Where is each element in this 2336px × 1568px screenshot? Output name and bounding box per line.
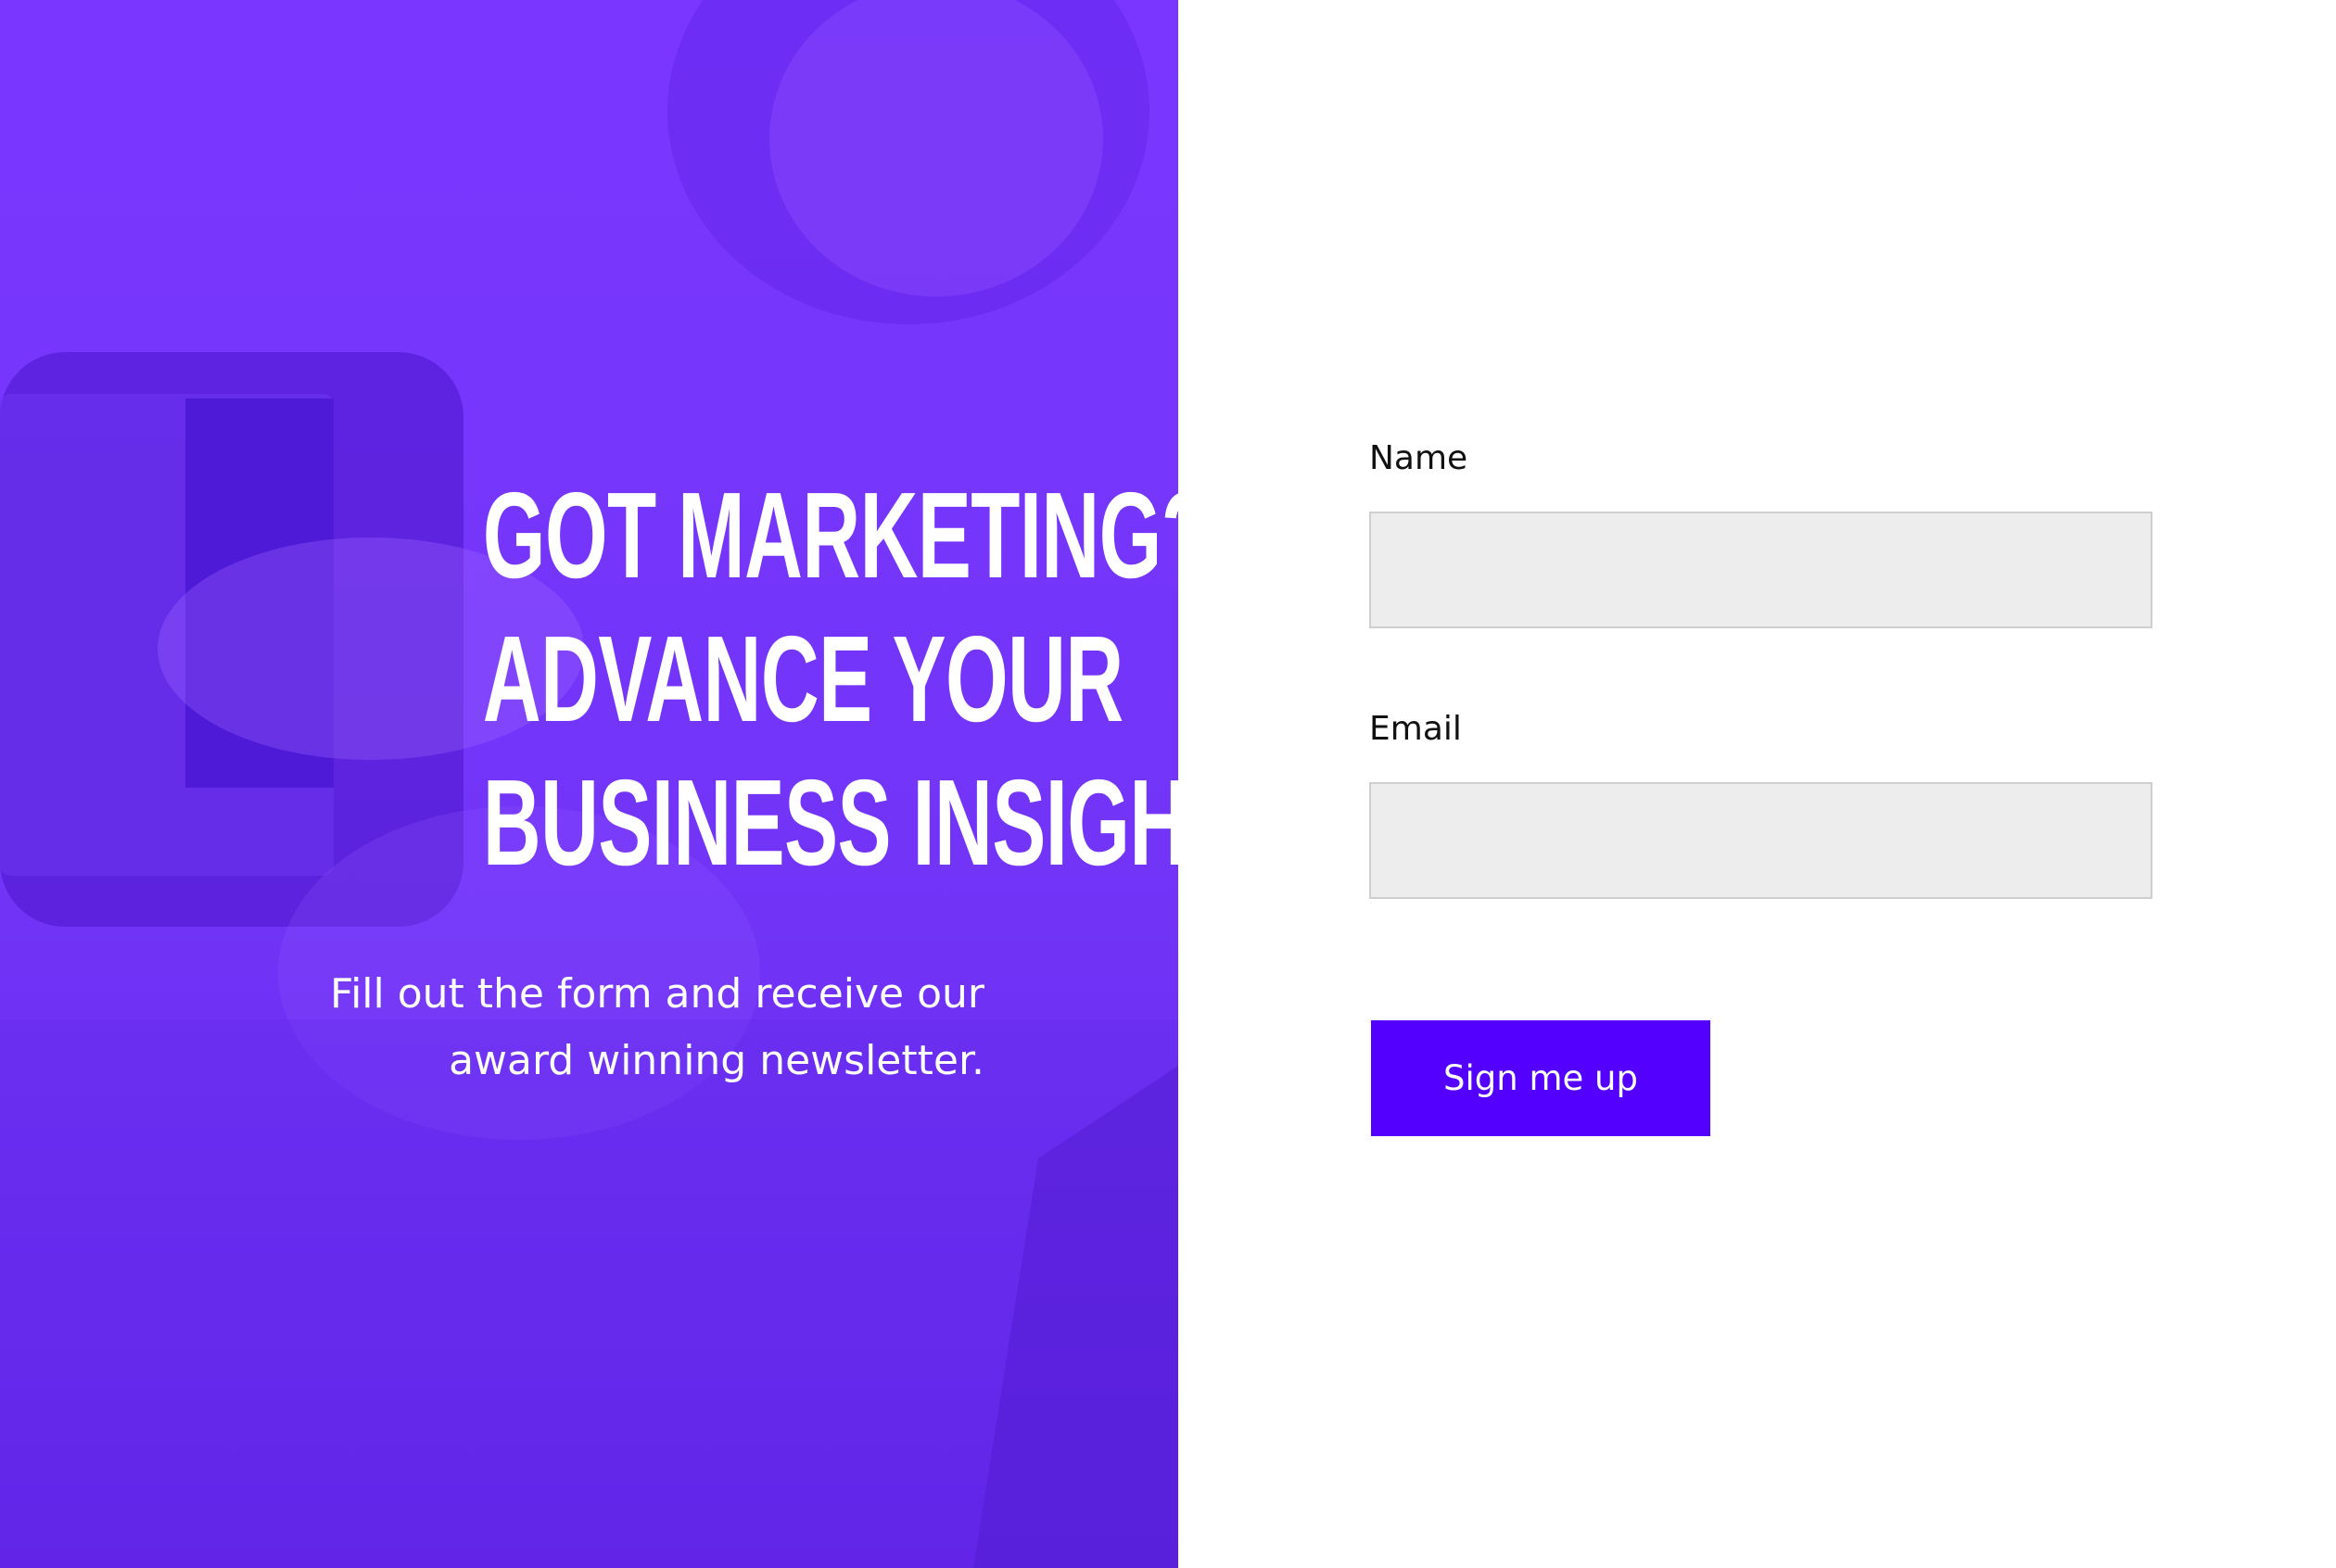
email-input[interactable]: [1369, 782, 2152, 899]
hero-text-block: Got marketing? Advance your business ins…: [224, 463, 1178, 1094]
hero-panel: Got marketing? Advance your business ins…: [0, 0, 1178, 1568]
hero-subline: Fill out the form and receive our award …: [224, 961, 984, 1094]
email-label: Email: [1369, 710, 1462, 748]
headline-line-3: business insight.: [482, 754, 1178, 891]
subline-line-1: Fill out the form and receive our: [329, 970, 984, 1018]
subline-line-2: award winning newsletter.: [449, 1037, 984, 1084]
signup-page: Got marketing? Advance your business ins…: [0, 0, 2336, 1568]
name-label: Name: [1369, 439, 1468, 477]
headline-line-1: Got marketing?: [482, 467, 1178, 603]
sign-me-up-button[interactable]: Sign me up: [1371, 1020, 1710, 1136]
name-input[interactable]: [1369, 512, 2152, 628]
signup-form: Name Email Sign me up: [1178, 0, 2336, 1568]
headline-line-2: Advance your: [482, 611, 1124, 747]
